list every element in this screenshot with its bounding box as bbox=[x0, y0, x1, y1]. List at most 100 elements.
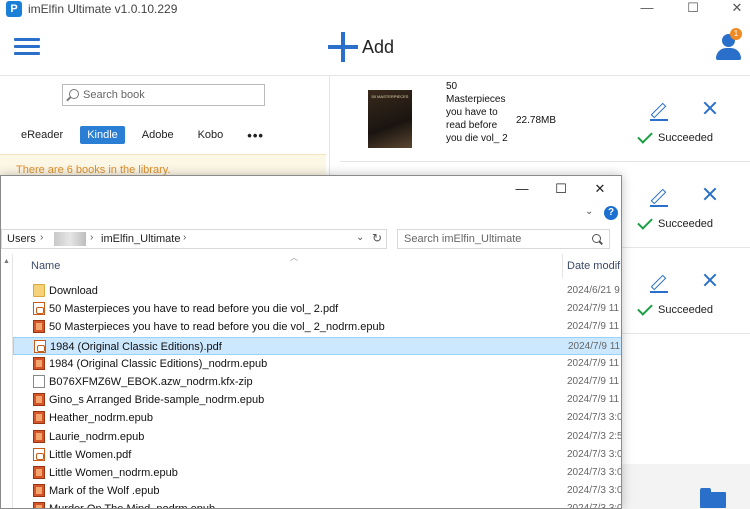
file-date: 2024/7/3 3:0 bbox=[567, 485, 622, 497]
maximize-button[interactable]: ☐ bbox=[678, 0, 708, 18]
epub-file-icon bbox=[33, 356, 45, 370]
epub-file-icon bbox=[33, 484, 45, 498]
epub-file-icon bbox=[33, 411, 45, 425]
file-name: Download bbox=[49, 285, 98, 297]
column-header: Name ︿ Date modifi bbox=[13, 253, 621, 278]
file-row[interactable]: Laurie_nodrm.epub 2024/7/3 2:5 bbox=[13, 428, 621, 446]
file-row[interactable]: Download 2024/6/21 9 bbox=[13, 282, 621, 300]
help-icon[interactable]: ? bbox=[604, 206, 618, 220]
book-row: 50 MASTERPIECES 50 Masterpieces you have… bbox=[340, 76, 750, 162]
pdf-file-icon bbox=[33, 447, 45, 461]
more-tabs-button[interactable]: ••• bbox=[240, 125, 271, 146]
add-label: Add bbox=[362, 36, 395, 57]
file-date: 2024/7/9 11 bbox=[567, 303, 620, 315]
edit-icon[interactable] bbox=[650, 274, 668, 293]
tab-kobo[interactable]: Kobo bbox=[191, 126, 231, 144]
file-row[interactable]: Gino_s Arranged Bride-sample_nodrm.epub 2… bbox=[13, 391, 621, 409]
breadcrumb-users[interactable]: Users bbox=[7, 233, 36, 245]
notification-badge: 1 bbox=[730, 28, 742, 40]
file-name: B076XFMZ6W_EBOK.azw_nodrm.kfx-zip bbox=[49, 375, 253, 388]
check-icon bbox=[637, 300, 653, 316]
file-name: Little Women.pdf bbox=[49, 448, 132, 461]
chevron-down-icon[interactable]: ⌄ bbox=[585, 206, 593, 217]
status-text: Succeeded bbox=[658, 304, 714, 316]
folder-search-input[interactable] bbox=[404, 232, 584, 246]
folder-search[interactable] bbox=[397, 229, 610, 249]
column-name[interactable]: Name bbox=[31, 260, 60, 272]
epub-file-icon bbox=[33, 502, 45, 508]
check-icon bbox=[637, 214, 653, 230]
file-date: 2024/7/3 3:0 bbox=[567, 412, 622, 424]
tab-kindle[interactable]: Kindle bbox=[80, 126, 125, 144]
navigation-pane[interactable]: ▲ bbox=[1, 254, 13, 508]
remove-icon[interactable] bbox=[702, 272, 718, 288]
remove-icon[interactable] bbox=[702, 100, 718, 116]
status-badge: Succeeded bbox=[637, 128, 714, 144]
file-row[interactable]: 50 Masterpieces you have to read before … bbox=[13, 318, 621, 336]
file-date: 2024/7/3 3:0 bbox=[567, 466, 622, 478]
file-date: 2024/7/9 11 bbox=[568, 340, 621, 352]
dialog-maximize-button[interactable]: ☐ bbox=[546, 182, 576, 198]
file-name: 50 Masterpieces you have to read before … bbox=[49, 321, 385, 334]
file-date: 2024/7/9 11 bbox=[567, 394, 620, 406]
file-row[interactable]: 1984 (Original Classic Editions).pdf 2024… bbox=[13, 336, 621, 355]
file-name: 1984 (Original Classic Editions).pdf bbox=[50, 340, 222, 353]
chevron-right-icon: › bbox=[40, 232, 44, 243]
dialog-minimize-button[interactable]: — bbox=[507, 182, 537, 198]
folder-icon bbox=[33, 284, 45, 297]
file-date: 2024/7/9 11 bbox=[567, 357, 620, 369]
epub-file-icon bbox=[33, 465, 45, 479]
file-row[interactable]: Little Women.pdf 2024/7/3 3:0 bbox=[13, 446, 621, 464]
scroll-up-icon[interactable]: ▲ bbox=[3, 258, 10, 265]
status-text: Succeeded bbox=[658, 132, 714, 144]
book-cover: 50 MASTERPIECES bbox=[368, 90, 412, 148]
dialog-close-button[interactable]: ✕ bbox=[585, 182, 615, 198]
file-row[interactable]: Murder On The Mind_nodrm.epub 2024/7/3 3:… bbox=[13, 500, 621, 508]
chevron-down-icon[interactable]: ⌄ bbox=[356, 232, 364, 243]
file-name: 50 Masterpieces you have to read before … bbox=[49, 303, 339, 316]
device-tabs: eReader Kindle Adobe Kobo ••• bbox=[14, 124, 281, 146]
redacted-breadcrumb bbox=[54, 232, 86, 246]
file-name: 1984 (Original Classic Editions)_nodrm.e… bbox=[49, 357, 268, 370]
check-icon bbox=[637, 128, 653, 144]
app-window: P imElfin Ultimate v1.0.10.229 — ☐ ✕ Add… bbox=[0, 0, 750, 509]
book-search[interactable] bbox=[62, 84, 265, 106]
file-name: Murder On The Mind_nodrm.epub bbox=[49, 503, 215, 508]
tab-ereader[interactable]: eReader bbox=[14, 126, 70, 144]
folder-icon[interactable] bbox=[700, 488, 726, 508]
remove-icon[interactable] bbox=[702, 186, 718, 202]
book-title: 50 Masterpieces you have to read before … bbox=[446, 81, 508, 144]
breadcrumb-folder[interactable]: imElfin_Ultimate bbox=[101, 233, 180, 245]
edit-icon[interactable] bbox=[650, 188, 668, 207]
pdf-file-icon bbox=[33, 302, 45, 316]
column-date-modified[interactable]: Date modifi bbox=[567, 260, 621, 272]
file-date: 2024/7/9 11 bbox=[567, 321, 620, 333]
file-date: 2024/7/9 11 bbox=[567, 375, 620, 387]
status-badge: Succeeded bbox=[637, 214, 714, 230]
close-button[interactable]: ✕ bbox=[722, 0, 750, 18]
file-row[interactable]: Mark of the Wolf .epub 2024/7/3 3:0 bbox=[13, 482, 622, 500]
file-row[interactable]: 1984 (Original Classic Editions)_nodrm.e… bbox=[13, 355, 621, 373]
book-size: 22.78MB bbox=[516, 115, 557, 126]
file-name: Little Women_nodrm.epub bbox=[49, 466, 178, 479]
plus-icon bbox=[328, 32, 358, 62]
address-bar[interactable]: Users › › imElfin_Ultimate › ⌄ ↻ bbox=[1, 229, 387, 249]
tab-adobe[interactable]: Adobe bbox=[135, 126, 181, 144]
edit-icon[interactable] bbox=[650, 102, 668, 121]
menu-icon[interactable] bbox=[14, 38, 40, 56]
file-row[interactable]: Heather_nodrm.epub 2024/7/3 3:0 bbox=[13, 409, 622, 427]
file-row[interactable]: Little Women_nodrm.epub 2024/7/3 3:0 bbox=[13, 464, 622, 482]
file-row[interactable]: 50 Masterpieces you have to read before … bbox=[13, 300, 621, 318]
minimize-button[interactable]: — bbox=[632, 0, 662, 18]
file-name: Heather_nodrm.epub bbox=[49, 412, 153, 425]
user-icon[interactable]: 1 bbox=[714, 28, 742, 62]
add-button[interactable]: Add bbox=[328, 32, 394, 62]
epub-file-icon bbox=[33, 320, 45, 334]
search-icon bbox=[592, 234, 601, 243]
refresh-icon[interactable]: ↻ bbox=[372, 231, 382, 245]
status-text: Succeeded bbox=[658, 218, 714, 230]
search-input[interactable] bbox=[83, 87, 258, 103]
file-row[interactable]: B076XFMZ6W_EBOK.azw_nodrm.kfx-zip 2024/7/… bbox=[13, 373, 621, 391]
file-open-dialog: ✕ ☐ — ⌄ ? Users › › imElfin_Ultimate › ⌄… bbox=[0, 175, 622, 509]
epub-file-icon bbox=[33, 393, 45, 407]
